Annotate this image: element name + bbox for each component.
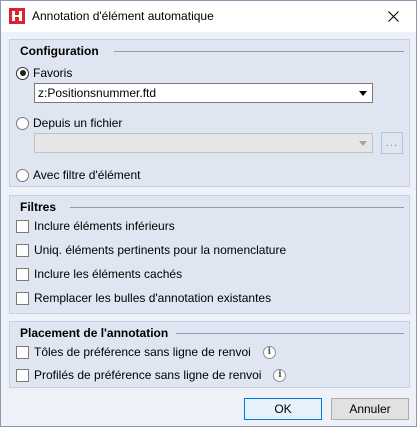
app-logo-icon xyxy=(9,8,25,24)
checkbox[interactable] xyxy=(16,345,29,359)
window-title: Annotation d'élément automatique xyxy=(32,9,214,23)
group-divider xyxy=(176,333,404,334)
group-divider xyxy=(70,207,404,208)
element-filter-label: Avec filtre d'élément xyxy=(33,168,141,182)
filter-label: Inclure éléments inférieurs xyxy=(34,219,175,233)
placement-label: Profilés de préférence sans ligne de ren… xyxy=(34,368,262,382)
file-radio[interactable]: Depuis un fichier xyxy=(16,116,122,130)
filter-label: Remplacer les bulles d'annotation exista… xyxy=(34,291,272,305)
checkbox[interactable] xyxy=(16,368,29,382)
filter-label: Inclure les éléments cachés xyxy=(34,267,183,281)
placement-checkbox-row[interactable]: Profilés de préférence sans ligne de ren… xyxy=(16,368,287,382)
cancel-button-label: Annuler xyxy=(349,402,391,416)
filters-group: Filtres Inclure éléments inférieurs Uniq… xyxy=(9,195,410,314)
browse-button[interactable]: ... xyxy=(381,132,403,154)
radio-unselected[interactable] xyxy=(16,168,29,182)
placement-group-title: Placement de l'annotation xyxy=(20,326,169,340)
radio-unselected[interactable] xyxy=(16,116,29,130)
group-divider xyxy=(114,51,404,52)
element-filter-radio[interactable]: Avec filtre d'élément xyxy=(16,168,140,182)
close-icon xyxy=(387,11,399,22)
filter-label: Uniq. éléments pertinents pour la nomenc… xyxy=(34,243,287,257)
favoris-dropdown-value: z:Positionsnummer.ftd xyxy=(38,86,157,100)
info-icon[interactable]: i xyxy=(262,345,276,359)
title-bar[interactable]: Annotation d'élément automatique xyxy=(1,1,416,32)
close-button[interactable] xyxy=(370,1,416,32)
placement-group: Placement de l'annotation Tôles de préfé… xyxy=(9,321,410,388)
file-label: Depuis un fichier xyxy=(33,116,123,130)
configuration-group-title: Configuration xyxy=(20,44,99,58)
radio-selected[interactable] xyxy=(16,66,29,80)
favoris-dropdown[interactable]: z:Positionsnummer.ftd xyxy=(34,83,373,103)
checkbox[interactable] xyxy=(16,219,29,233)
info-icon[interactable]: i xyxy=(273,368,287,382)
dialog-window: Annotation d'élément automatique Configu… xyxy=(0,0,417,427)
file-dropdown[interactable] xyxy=(34,133,373,153)
browse-button-label: ... xyxy=(385,137,399,149)
checkbox[interactable] xyxy=(16,291,29,305)
filter-checkbox-row[interactable]: Uniq. éléments pertinents pour la nomenc… xyxy=(16,243,286,257)
filter-checkbox-row[interactable]: Inclure les éléments cachés xyxy=(16,267,182,281)
checkbox[interactable] xyxy=(16,267,29,281)
filter-checkbox-row[interactable]: Remplacer les bulles d'annotation exista… xyxy=(16,291,271,305)
filters-group-title: Filtres xyxy=(20,200,57,214)
favoris-radio[interactable]: Favoris xyxy=(16,66,72,80)
cancel-button[interactable]: Annuler xyxy=(331,398,409,420)
chevron-down-icon xyxy=(359,91,367,96)
favoris-label: Favoris xyxy=(33,66,73,80)
placement-checkbox-row[interactable]: Tôles de préférence sans ligne de renvoi… xyxy=(16,345,276,359)
ok-button-label: OK xyxy=(274,402,292,416)
placement-label: Tôles de préférence sans ligne de renvoi xyxy=(34,345,251,359)
checkbox[interactable] xyxy=(16,243,29,257)
chevron-down-icon xyxy=(359,141,367,146)
configuration-group: Configuration Favoris z:Positionsnummer.… xyxy=(9,39,410,187)
filter-checkbox-row[interactable]: Inclure éléments inférieurs xyxy=(16,219,175,233)
ok-button[interactable]: OK xyxy=(244,398,322,420)
